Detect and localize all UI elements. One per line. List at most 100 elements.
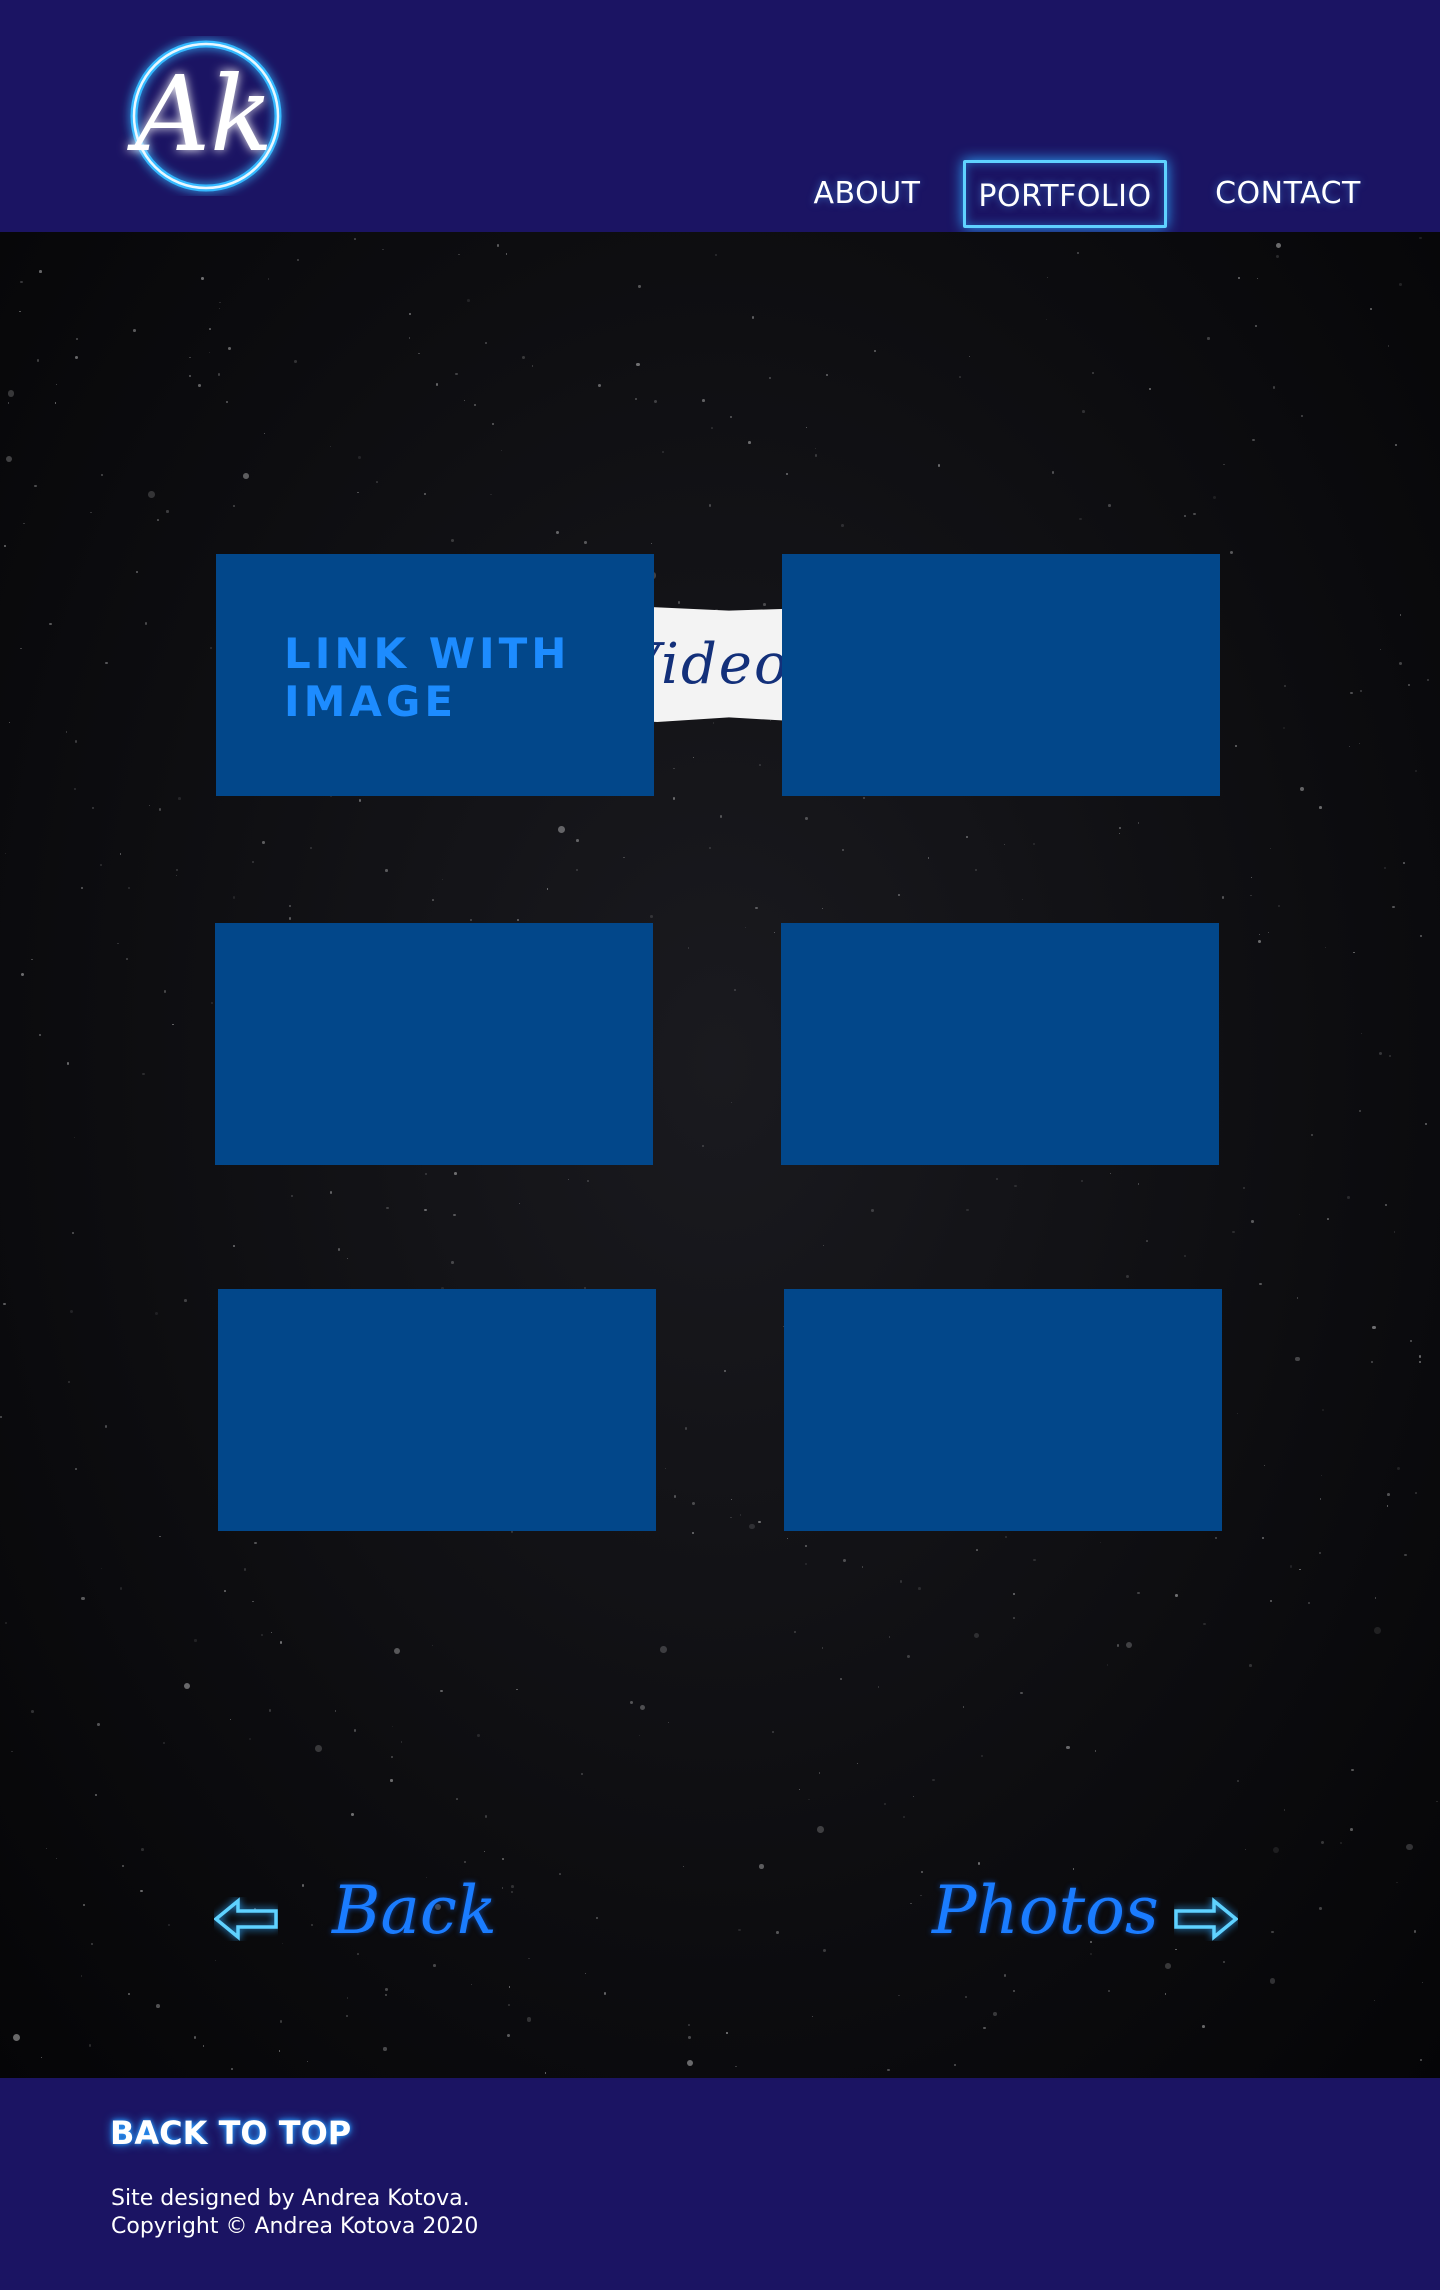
texture-speck bbox=[39, 270, 43, 273]
texture-speck bbox=[354, 238, 356, 240]
video-link-tile-2[interactable] bbox=[782, 554, 1220, 796]
texture-speck bbox=[1251, 1219, 1255, 1223]
texture-speck bbox=[3, 545, 6, 548]
texture-speck bbox=[158, 808, 162, 811]
texture-speck bbox=[278, 2049, 281, 2052]
texture-speck bbox=[88, 2044, 92, 2048]
texture-speck bbox=[1399, 283, 1402, 287]
texture-speck bbox=[739, 1514, 742, 1516]
video-link-tile-1[interactable]: LINK WITH IMAGE bbox=[216, 554, 654, 796]
videos-section: Videos LINK WITH IMAGE Back Photos bbox=[0, 232, 1440, 2078]
texture-speck bbox=[74, 740, 78, 743]
texture-speck bbox=[183, 1683, 190, 1690]
texture-speck bbox=[751, 315, 755, 319]
texture-speck bbox=[684, 1427, 688, 1430]
texture-speck bbox=[270, 1631, 273, 1634]
texture-speck bbox=[920, 1870, 923, 1873]
texture-speck bbox=[748, 1523, 755, 1530]
texture-speck bbox=[166, 510, 169, 513]
texture-speck bbox=[1393, 1231, 1395, 1233]
texture-speck bbox=[496, 243, 500, 247]
texture-speck bbox=[188, 374, 191, 377]
texture-speck bbox=[351, 1812, 355, 1816]
video-link-tile-6[interactable] bbox=[784, 1289, 1222, 1531]
texture-speck bbox=[267, 277, 270, 280]
nav-contact[interactable]: CONTACT bbox=[1206, 160, 1370, 228]
texture-speck bbox=[21, 972, 25, 976]
texture-speck bbox=[5, 852, 7, 854]
texture-speck bbox=[386, 1206, 389, 1210]
texture-speck bbox=[81, 1975, 83, 1977]
texture-speck bbox=[82, 1903, 86, 1907]
texture-speck bbox=[194, 1639, 197, 1642]
video-link-tile-4[interactable] bbox=[781, 923, 1219, 1165]
nav-portfolio[interactable]: PORTFOLIO bbox=[963, 160, 1167, 228]
texture-speck bbox=[1109, 1172, 1112, 1175]
texture-speck bbox=[1387, 345, 1390, 347]
photos-link[interactable]: Photos bbox=[932, 1872, 1159, 1949]
texture-speck bbox=[1351, 1768, 1354, 1772]
texture-speck bbox=[877, 1686, 880, 1688]
texture-speck bbox=[1320, 1498, 1322, 1500]
texture-speck bbox=[673, 1495, 677, 1498]
texture-speck bbox=[557, 826, 565, 834]
texture-speck bbox=[1258, 939, 1262, 943]
texture-speck bbox=[75, 337, 79, 341]
texture-speck bbox=[291, 1194, 294, 1197]
texture-speck bbox=[862, 796, 865, 799]
texture-speck bbox=[408, 337, 411, 339]
texture-speck bbox=[692, 756, 695, 759]
texture-speck bbox=[1413, 1930, 1416, 1933]
texture-speck bbox=[293, 359, 297, 363]
video-link-tile-5[interactable] bbox=[218, 1289, 656, 1531]
nav-about[interactable]: ABOUT bbox=[808, 160, 926, 228]
texture-speck bbox=[49, 622, 53, 626]
texture-speck bbox=[586, 1179, 589, 1182]
back-to-top-link[interactable]: BACK TO TOP bbox=[110, 2114, 351, 2152]
texture-speck bbox=[1420, 934, 1423, 937]
video-link-tile-3[interactable] bbox=[215, 923, 653, 1165]
texture-speck bbox=[1276, 243, 1282, 249]
texture-speck bbox=[100, 864, 102, 866]
texture-speck bbox=[1262, 1536, 1265, 1539]
texture-speck bbox=[121, 1864, 125, 1867]
arrow-left-icon[interactable] bbox=[213, 1897, 278, 1941]
texture-speck bbox=[384, 1993, 388, 1996]
texture-speck bbox=[1394, 444, 1397, 446]
texture-speck bbox=[20, 647, 22, 650]
arrow-right-icon[interactable] bbox=[1174, 1897, 1239, 1941]
texture-speck bbox=[431, 1644, 434, 1646]
texture-speck bbox=[1118, 833, 1120, 835]
texture-speck bbox=[101, 1568, 103, 1570]
texture-speck bbox=[814, 453, 818, 457]
texture-speck bbox=[126, 958, 128, 960]
texture-speck bbox=[329, 445, 331, 447]
texture-speck bbox=[1398, 662, 1402, 666]
texture-speck bbox=[786, 1537, 788, 1540]
texture-speck bbox=[1295, 1356, 1300, 1362]
texture-speck bbox=[1013, 1593, 1016, 1596]
ak-logo-icon[interactable]: Ak bbox=[110, 36, 302, 196]
texture-speck bbox=[302, 1884, 305, 1887]
texture-speck bbox=[1435, 1800, 1438, 1803]
texture-speck bbox=[913, 1795, 915, 1798]
texture-speck bbox=[902, 1816, 905, 1819]
texture-speck bbox=[812, 2016, 814, 2018]
texture-speck bbox=[167, 1924, 171, 1927]
svg-text:Ak: Ak bbox=[127, 53, 273, 175]
texture-speck bbox=[805, 426, 808, 429]
texture-speck bbox=[687, 947, 690, 949]
texture-speck bbox=[1349, 745, 1351, 747]
texture-speck bbox=[1079, 517, 1083, 521]
texture-speck bbox=[1322, 1409, 1325, 1411]
texture-speck bbox=[993, 2012, 997, 2017]
texture-speck bbox=[1327, 1218, 1329, 1220]
site-header: Ak ABOUT PORTFOLIO CONTACT bbox=[0, 0, 1440, 232]
texture-speck bbox=[1426, 678, 1429, 681]
texture-speck bbox=[483, 1850, 485, 1852]
back-link[interactable]: Back bbox=[332, 1872, 497, 1949]
texture-speck bbox=[511, 1885, 515, 1888]
texture-speck bbox=[233, 505, 235, 508]
texture-speck bbox=[1404, 1554, 1407, 1557]
texture-speck bbox=[477, 1733, 480, 1737]
